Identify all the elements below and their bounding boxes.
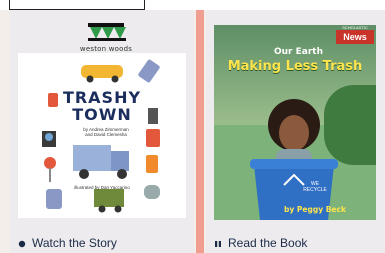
book-title-line2: TOWN bbox=[72, 105, 132, 124]
making-less-trash-cover[interactable]: SCHOLASTIC News Our Earth Making Less Tr… bbox=[214, 25, 376, 220]
book-title-line1: TRASHY bbox=[62, 88, 142, 107]
book-authors-line2: and David Clemesha bbox=[85, 132, 127, 137]
weston-woods-logo: weston woods bbox=[76, 20, 136, 54]
card-divider bbox=[196, 10, 204, 253]
brand-label: weston woods bbox=[79, 45, 133, 53]
pause-bars-icon bbox=[214, 237, 222, 251]
book-title: Making Less Trash bbox=[227, 59, 363, 74]
watch-story-card[interactable]: weston woods TRASHY TOWN by Andrea Zimme… bbox=[10, 10, 194, 253]
watch-story-label: Watch the Story bbox=[32, 236, 117, 250]
read-book-link[interactable]: Read the Book bbox=[214, 236, 307, 251]
book-author: by Peggy Beck bbox=[284, 205, 346, 214]
trashy-town-cover[interactable]: TRASHY TOWN by Andrea Zimmerman and Davi… bbox=[18, 53, 186, 218]
book-illustrator: illustrated by Dan Yaccarino bbox=[74, 185, 130, 190]
series-label: Our Earth bbox=[274, 47, 323, 57]
top-bar-segment bbox=[9, 0, 145, 10]
book-title: TRASHY TOWN bbox=[18, 89, 186, 123]
book-authors: by Andrea Zimmerman and David Clemesha bbox=[78, 127, 134, 137]
play-dot-icon bbox=[18, 237, 26, 251]
bin-label: WE RECYCLE bbox=[303, 181, 327, 193]
read-book-card[interactable]: SCHOLASTIC News Our Earth Making Less Tr… bbox=[206, 10, 385, 253]
read-book-label: Read the Book bbox=[228, 236, 308, 250]
top-bar bbox=[0, 0, 385, 10]
watch-story-link[interactable]: Watch the Story bbox=[18, 236, 117, 251]
trees-logo-icon bbox=[88, 23, 126, 41]
news-badge: News bbox=[336, 30, 374, 44]
